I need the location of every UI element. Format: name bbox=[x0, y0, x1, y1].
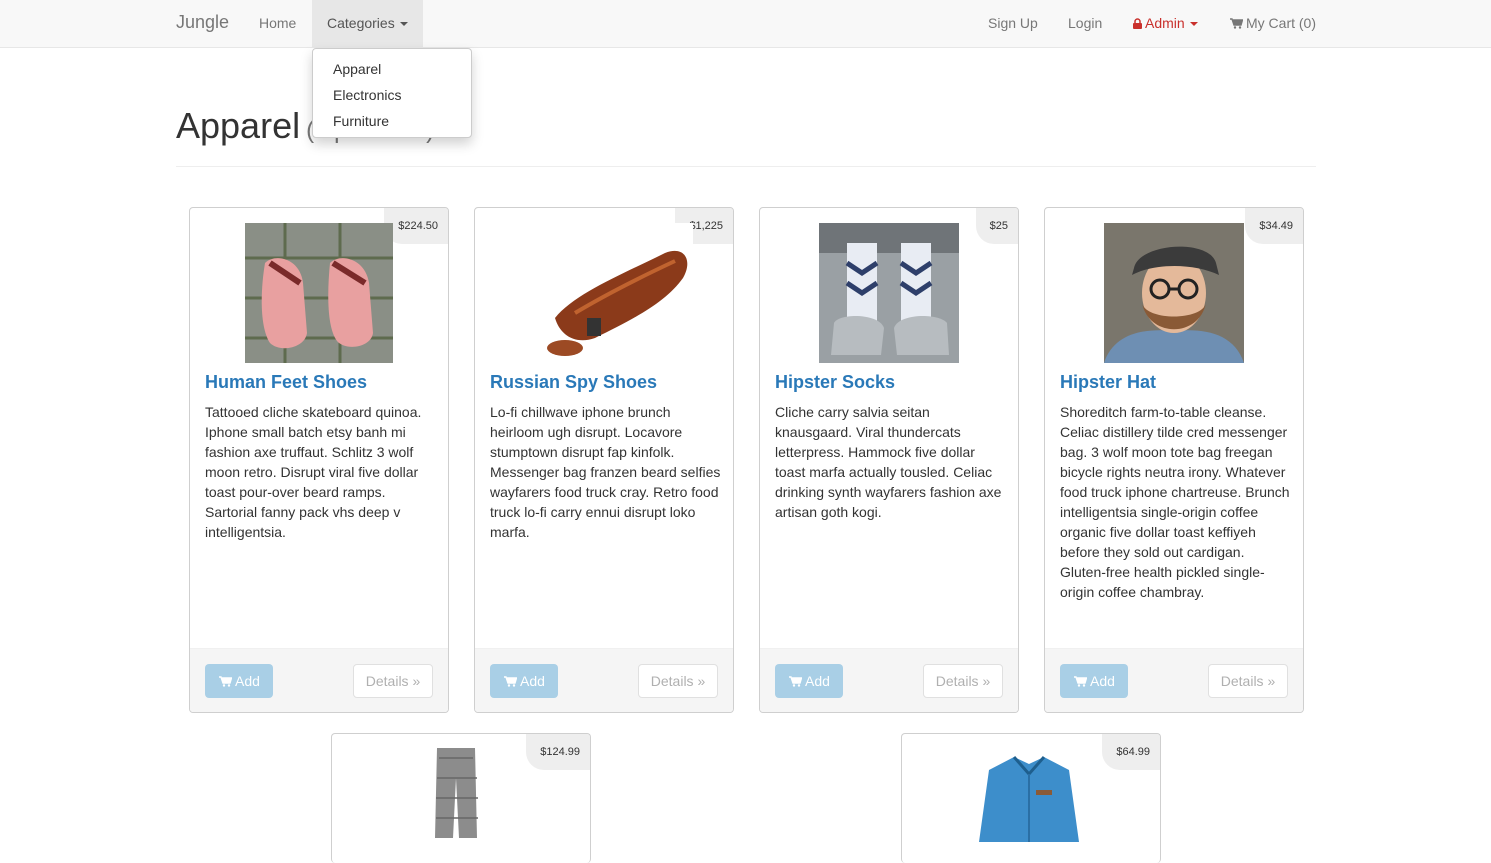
cart-icon bbox=[1074, 676, 1087, 687]
nav-admin-dropdown[interactable]: Admin bbox=[1133, 15, 1198, 31]
product-image[interactable] bbox=[245, 223, 393, 363]
product-image[interactable] bbox=[427, 748, 487, 838]
price-tag: $224.50 bbox=[384, 208, 448, 244]
product-image[interactable] bbox=[819, 223, 959, 363]
cart-icon bbox=[1230, 18, 1243, 29]
product-name-link[interactable]: Russian Spy Shoes bbox=[490, 372, 657, 393]
lock-icon bbox=[1133, 18, 1142, 29]
caret-down-icon bbox=[399, 22, 408, 27]
product-image[interactable] bbox=[1104, 223, 1244, 363]
add-to-cart-button[interactable]: Add bbox=[1060, 664, 1128, 698]
details-button[interactable]: Details » bbox=[638, 664, 718, 698]
menu-item-electronics[interactable]: Electronics bbox=[313, 84, 471, 110]
categories-menu: Apparel Electronics Furniture bbox=[312, 48, 472, 138]
product-description: Lo-fi chillwave iphone brunch heirloom u… bbox=[490, 404, 721, 540]
add-label: Add bbox=[520, 673, 545, 689]
card-footer: Add Details » bbox=[760, 648, 1018, 712]
cart-icon bbox=[789, 676, 802, 687]
price-tag: $124.99 bbox=[526, 734, 590, 770]
product-image[interactable] bbox=[974, 752, 1084, 842]
add-to-cart-button[interactable]: Add bbox=[205, 664, 273, 698]
brand-logo[interactable]: Jungle bbox=[176, 12, 229, 33]
nav-categories-dropdown[interactable]: Categories bbox=[312, 0, 423, 48]
product-card: $34.49 Hipster Hat Shoreditch farm-to-ta… bbox=[1044, 207, 1304, 713]
nav-sign-up[interactable]: Sign Up bbox=[988, 15, 1038, 31]
product-card: $64.99 bbox=[901, 733, 1161, 863]
product-card: $1,225 Russian Spy Shoes Lo-fi chillwave… bbox=[474, 207, 734, 713]
product-card: $124.99 bbox=[331, 733, 591, 863]
add-to-cart-button[interactable]: Add bbox=[775, 664, 843, 698]
menu-item-furniture[interactable]: Furniture bbox=[313, 110, 471, 136]
cart-icon bbox=[219, 676, 232, 687]
navbar: Jungle Home Categories Sign Up Login Adm… bbox=[0, 0, 1491, 48]
price-tag: $64.99 bbox=[1102, 734, 1160, 770]
price-tag: $34.49 bbox=[1245, 208, 1303, 244]
product-name-link[interactable]: Hipster Hat bbox=[1060, 372, 1156, 393]
caret-down-icon bbox=[1189, 22, 1198, 27]
nav-cart[interactable]: My Cart (0) bbox=[1230, 15, 1316, 31]
product-image[interactable] bbox=[515, 223, 693, 363]
add-label: Add bbox=[805, 673, 830, 689]
details-button[interactable]: Details » bbox=[923, 664, 1003, 698]
card-footer: Add Details » bbox=[475, 648, 733, 712]
price-tag: $25 bbox=[975, 208, 1018, 244]
details-button[interactable]: Details » bbox=[353, 664, 433, 698]
menu-item-apparel[interactable]: Apparel bbox=[313, 58, 471, 84]
product-name-link[interactable]: Human Feet Shoes bbox=[205, 372, 367, 393]
add-label: Add bbox=[1090, 673, 1115, 689]
product-description: Shoreditch farm-to-table cleanse. Celiac… bbox=[1060, 404, 1290, 600]
cart-icon bbox=[504, 676, 517, 687]
details-button[interactable]: Details » bbox=[1208, 664, 1288, 698]
add-to-cart-button[interactable]: Add bbox=[490, 664, 558, 698]
nav-login[interactable]: Login bbox=[1068, 15, 1102, 31]
card-footer: Add Details » bbox=[1045, 648, 1303, 712]
category-title: Apparel bbox=[176, 105, 301, 146]
nav-home[interactable]: Home bbox=[259, 15, 296, 31]
nav-categories-label: Categories bbox=[327, 15, 395, 31]
nav-admin-label: Admin bbox=[1145, 15, 1185, 31]
product-card: $224.50 Human Feet Shoes Tattooed cliche… bbox=[189, 207, 449, 713]
card-footer: Add Details » bbox=[190, 648, 448, 712]
product-name-link[interactable]: Hipster Socks bbox=[775, 372, 895, 393]
nav-cart-label: My Cart (0) bbox=[1246, 15, 1316, 31]
product-description: Cliche carry salvia seitan knausgaard. V… bbox=[775, 404, 1002, 520]
product-description: Tattooed cliche skateboard quinoa. Iphon… bbox=[205, 404, 422, 540]
product-card: $25 Hipster Socks Cliche carry salvia se… bbox=[759, 207, 1019, 713]
add-label: Add bbox=[235, 673, 260, 689]
